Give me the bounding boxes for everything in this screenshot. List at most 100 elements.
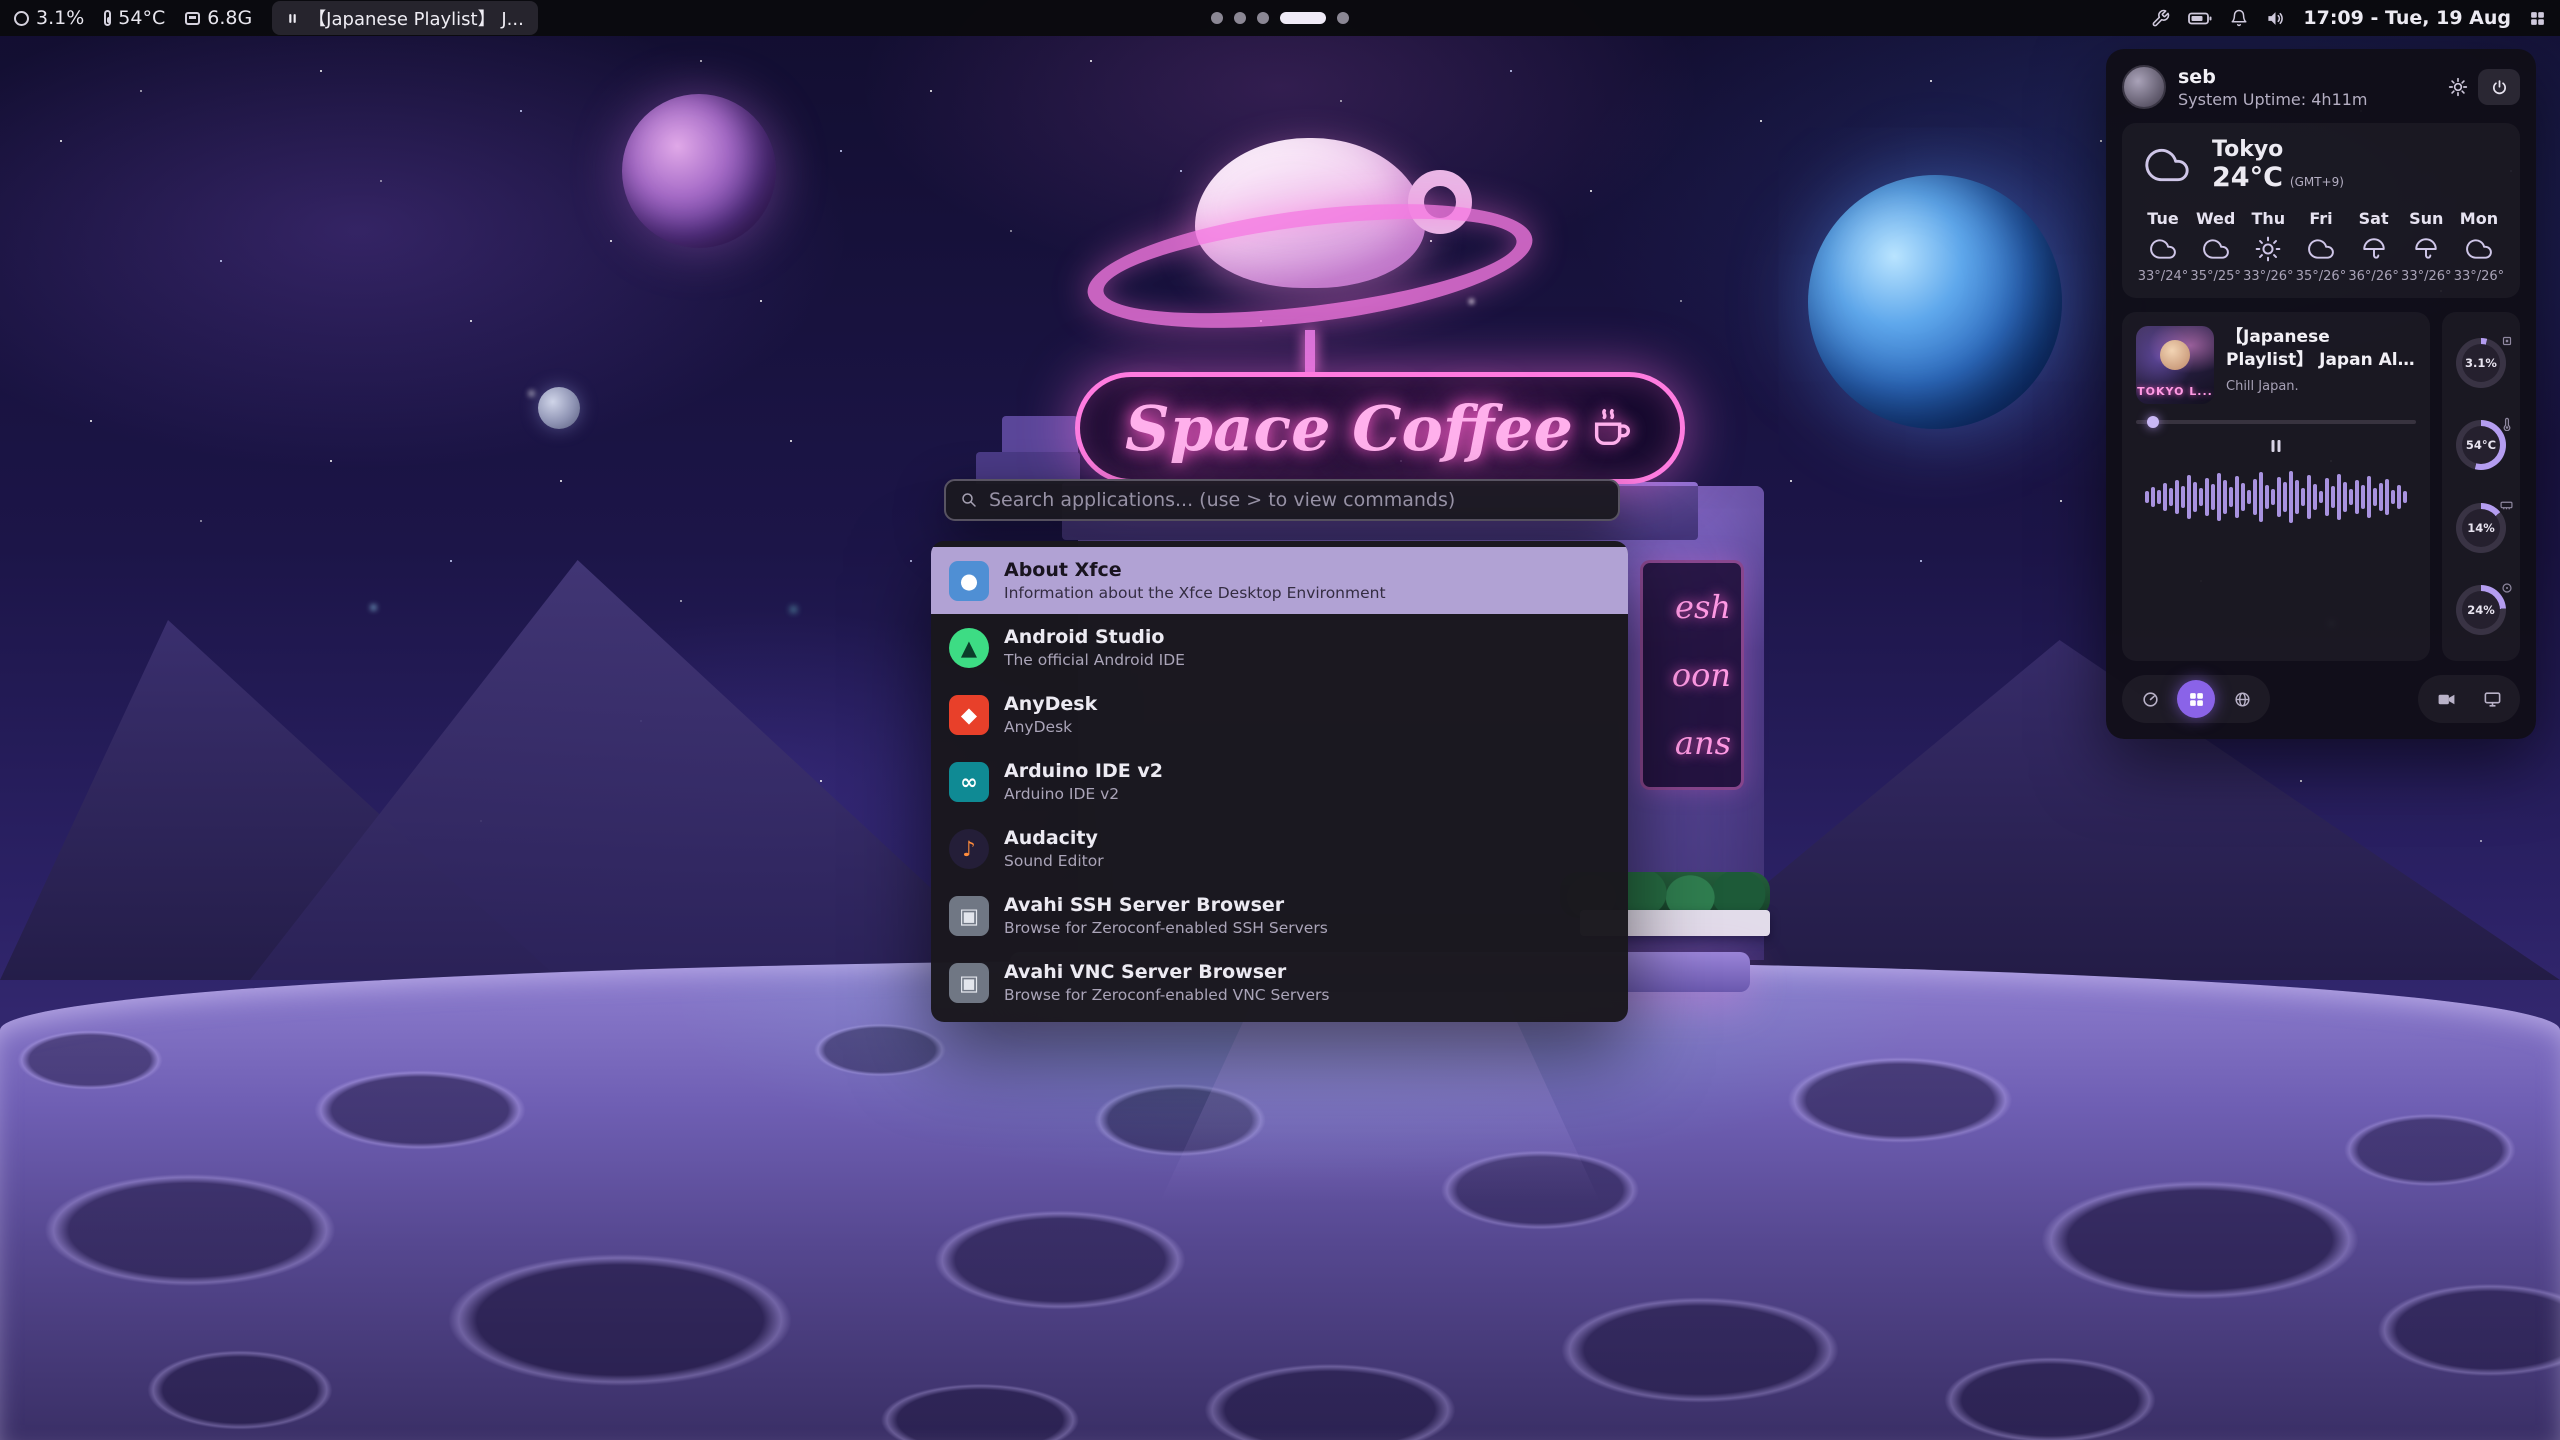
volume-icon[interactable] (2266, 9, 2285, 28)
monitor-icon (2483, 690, 2502, 709)
system-gauge: 3.1% (2456, 338, 2506, 388)
waveform-bar (2223, 480, 2227, 514)
app-icon-glyph: ▲ (961, 636, 977, 660)
system-gauges-card: 3.1% 54°C (2442, 312, 2520, 661)
launcher-result-row[interactable]: ▣ Avahi VNC Server Browser Browse for Ze… (931, 949, 1628, 1016)
workspace-indicator (1211, 0, 1349, 36)
waveform-bar (2169, 488, 2173, 506)
waveform-bar (2403, 491, 2407, 503)
app-name: Android Studio (1004, 626, 1185, 648)
pause-button[interactable] (2267, 437, 2285, 455)
forecast-temps: 35°/25° (2190, 269, 2240, 284)
gauge-metric-icon (2500, 500, 2513, 511)
settings-button[interactable] (2448, 77, 2468, 97)
workspace-dot[interactable] (1257, 12, 1269, 24)
app-description: Sound Editor (1004, 852, 1104, 870)
neon-sign: Space Coffee (1075, 372, 1685, 484)
forecast-day: Tue 33°/24° (2138, 209, 2188, 284)
media-player-card: TOKYO L... 【Japanese Playlist】 Japan All… (2122, 312, 2430, 661)
tools-icon[interactable] (2151, 9, 2170, 28)
power-button[interactable] (2478, 69, 2520, 105)
weather-card: Tokyo 24°C (GMT+9) Tue 33°/24° (2122, 123, 2520, 298)
thermometer-icon (104, 10, 111, 26)
cloud-icon (2466, 236, 2492, 262)
forecast-weather-icon (2308, 235, 2334, 262)
app-name: Avahi SSH Server Browser (1004, 894, 1328, 916)
app-icon: ● (949, 561, 989, 601)
workspace-dot[interactable] (1337, 12, 1349, 24)
launcher-result-row[interactable]: ∞ Arduino IDE v2 Arduino IDE v2 (931, 748, 1628, 815)
waveform-bar (2295, 480, 2299, 514)
launcher-result-row[interactable]: ▲ Android Studio The official Android ID… (931, 614, 1628, 681)
waveform-bar (2361, 485, 2365, 509)
waveform-bar (2265, 485, 2269, 509)
media-title: 【Japanese Playlist】 Japan All Night - To… (2226, 326, 2416, 372)
system-uptime: System Uptime: 4h11m (2178, 90, 2368, 109)
waveform-bar (2307, 475, 2311, 519)
apps-button[interactable] (2177, 680, 2215, 718)
launcher-result-row[interactable]: ◆ AnyDesk AnyDesk (931, 681, 1628, 748)
memory-icon (185, 12, 200, 25)
bell-icon[interactable] (2230, 9, 2248, 27)
workspace-dot[interactable] (1234, 12, 1246, 24)
waveform-bar (2211, 484, 2215, 510)
app-icon-glyph: ◆ (961, 703, 977, 727)
clock[interactable]: 17:09 - Tue, 19 Aug (2303, 7, 2511, 29)
app-description: Browse for Zeroconf-enabled VNC Servers (1004, 986, 1329, 1004)
app-name: AnyDesk (1004, 693, 1097, 715)
user-name: seb (2178, 66, 2368, 88)
waveform-bar (2277, 477, 2281, 517)
weather-timezone: (GMT+9) (2290, 175, 2344, 189)
app-name: About Xfce (1004, 559, 1386, 581)
video-camera-icon (2437, 690, 2456, 709)
app-description: Browse for Zeroconf-enabled SSH Servers (1004, 919, 1328, 937)
forecast-temps: 33°/26° (2454, 269, 2504, 284)
display-button[interactable] (2473, 680, 2511, 718)
performance-button[interactable] (2131, 680, 2169, 718)
app-name: Avahi VNC Server Browser (1004, 961, 1329, 983)
forecast-weather-icon (2361, 235, 2387, 262)
search-input[interactable] (989, 489, 1604, 511)
media-indicator[interactable]: 【Japanese Playlist】 J... (272, 1, 538, 35)
progress-handle[interactable] (2147, 416, 2159, 428)
weather-city: Tokyo (2212, 137, 2344, 162)
cpu-usage-indicator: 3.1% (14, 7, 84, 29)
app-grid-icon[interactable] (2529, 10, 2546, 27)
forecast-day-label: Wed (2196, 209, 2235, 228)
neon-window-text: oon (1672, 656, 1731, 694)
waveform-bar (2193, 482, 2197, 512)
waveform-bar (2397, 485, 2401, 509)
launcher-result-row[interactable]: ● About Xfce Information about the Xfce … (931, 547, 1628, 614)
app-icon: ▣ (949, 963, 989, 1003)
battery-icon[interactable] (2188, 11, 2212, 26)
workspace-dot[interactable] (1211, 12, 1223, 24)
network-button[interactable] (2223, 680, 2261, 718)
workspace-dot[interactable] (1280, 12, 1326, 24)
waveform-bar (2337, 474, 2341, 520)
memory-value: 6.8G (207, 7, 252, 29)
waveform-bar (2145, 491, 2149, 503)
light-beam-art (1160, 992, 1600, 1202)
app-description: The official Android IDE (1004, 651, 1185, 669)
neon-window-text: ans (1675, 724, 1731, 762)
screen-record-button[interactable] (2427, 680, 2465, 718)
cloud-icon (2203, 236, 2229, 262)
launcher-result-row[interactable]: ♪ Audacity Sound Editor (931, 815, 1628, 882)
waveform-bar (2175, 480, 2179, 514)
forecast-temps: 35°/26° (2296, 269, 2346, 284)
app-icon: ∞ (949, 762, 989, 802)
launcher-result-row[interactable]: ▣ Avahi SSH Server Browser Browse for Ze… (931, 882, 1628, 949)
weather-forecast: Tue 33°/24° Wed 35°/25° (2138, 209, 2504, 284)
waveform-bar (2151, 487, 2155, 507)
coffee-cup-icon (1589, 405, 1635, 451)
top-bar: 3.1% 54°C 6.8G 【Japanese Playlist】 J... … (0, 0, 2560, 36)
forecast-weather-icon (2150, 235, 2176, 262)
forecast-day: Thu 33°/26° (2243, 209, 2293, 284)
avatar (2122, 65, 2166, 109)
forecast-temps: 33°/26° (2401, 269, 2451, 284)
media-progress-bar[interactable] (2136, 420, 2416, 424)
waveform-bar (2367, 476, 2371, 518)
launcher-results: ● About Xfce Information about the Xfce … (931, 541, 1628, 1022)
waveform-bar (2373, 488, 2377, 506)
audio-waveform (2136, 465, 2416, 529)
